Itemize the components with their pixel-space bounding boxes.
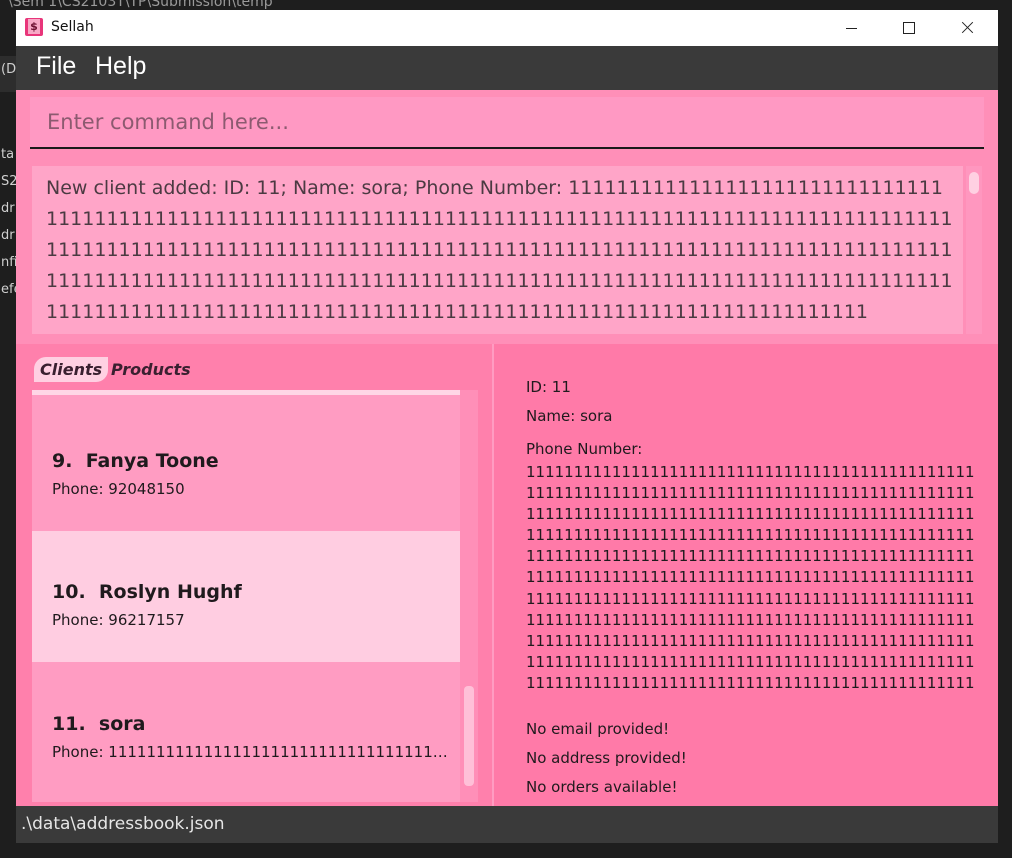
client-detail-panel: ID: 11 Name: sora Phone Number: 11111111… bbox=[494, 344, 998, 806]
client-name: 10. Roslyn Hughf bbox=[52, 581, 242, 603]
client-phone: Phone: 96217157 bbox=[52, 611, 185, 629]
menu-help[interactable]: Help bbox=[95, 52, 146, 81]
app-window: $ Sellah File Help New client added: ID:… bbox=[16, 10, 998, 843]
main-panel: Clients Products 9. Fanya Toone Phone: 9… bbox=[16, 344, 998, 806]
client-card-selected[interactable]: 10. Roslyn Hughf Phone: 96217157 bbox=[32, 531, 460, 662]
detail-orders: No orders available! bbox=[526, 778, 678, 796]
detail-id: ID: 11 bbox=[526, 378, 571, 396]
detail-name: Name: sora bbox=[526, 407, 613, 425]
background-fragment: ta bbox=[1, 147, 15, 162]
command-box-area bbox=[16, 90, 998, 157]
detail-phone-value: 1111111111111111111111111111111111111111… bbox=[526, 463, 975, 692]
background-fragment: nfi bbox=[1, 255, 18, 270]
background-terminal-path: \Sem 1\CS2103T\TP\Submission\temp bbox=[8, 0, 273, 10]
command-box bbox=[30, 97, 984, 149]
client-card[interactable]: 11. sora Phone: 111111111111111111111111… bbox=[32, 663, 460, 794]
window-title: Sellah bbox=[51, 19, 94, 35]
close-icon[interactable] bbox=[944, 10, 990, 46]
detail-address: No address provided! bbox=[526, 749, 687, 767]
tab-clients[interactable]: Clients bbox=[34, 357, 109, 382]
client-list: 9. Fanya Toone Phone: 92048150 10. Rosly… bbox=[32, 390, 478, 802]
menu-file[interactable]: File bbox=[36, 52, 76, 81]
save-file-path: .\data\addressbook.json bbox=[21, 814, 225, 834]
result-scroll-thumb[interactable] bbox=[969, 172, 979, 194]
detail-phone-label: Phone Number: bbox=[526, 440, 643, 458]
list-scrollbar[interactable] bbox=[460, 390, 478, 802]
menu-bar: File Help bbox=[16, 46, 998, 90]
detail-email: No email provided! bbox=[526, 720, 670, 738]
result-display[interactable]: New client added: ID: 11; Name: sora; Ph… bbox=[32, 166, 963, 334]
client-name: 11. sora bbox=[52, 713, 146, 735]
result-message: New client added: ID: 11; Name: sora; Ph… bbox=[46, 177, 953, 323]
minimize-icon[interactable] bbox=[828, 10, 874, 46]
command-input[interactable] bbox=[30, 97, 984, 147]
background-fragment: dr bbox=[1, 228, 15, 243]
status-bar: .\data\addressbook.json bbox=[16, 806, 998, 843]
result-display-area: New client added: ID: 11; Name: sora; Ph… bbox=[16, 157, 998, 344]
list-scroll-thumb[interactable] bbox=[464, 686, 474, 786]
client-phone: Phone: 92048150 bbox=[52, 480, 185, 498]
maximize-icon[interactable] bbox=[886, 10, 932, 46]
client-card[interactable]: 9. Fanya Toone Phone: 92048150 bbox=[32, 400, 460, 531]
app-logo-icon: $ bbox=[25, 18, 43, 36]
list-divider bbox=[32, 390, 460, 395]
background-fragment: dr bbox=[1, 201, 15, 216]
background-fragment: (D bbox=[1, 62, 17, 77]
result-scrollbar[interactable] bbox=[966, 166, 982, 334]
list-panel: Clients Products 9. Fanya Toone Phone: 9… bbox=[16, 344, 494, 806]
client-phone: Phone: 111111111111111111111111111111111… bbox=[52, 743, 452, 761]
title-bar[interactable]: $ Sellah bbox=[16, 10, 998, 46]
tab-products[interactable]: Products bbox=[105, 357, 197, 382]
client-name: 9. Fanya Toone bbox=[52, 450, 219, 472]
